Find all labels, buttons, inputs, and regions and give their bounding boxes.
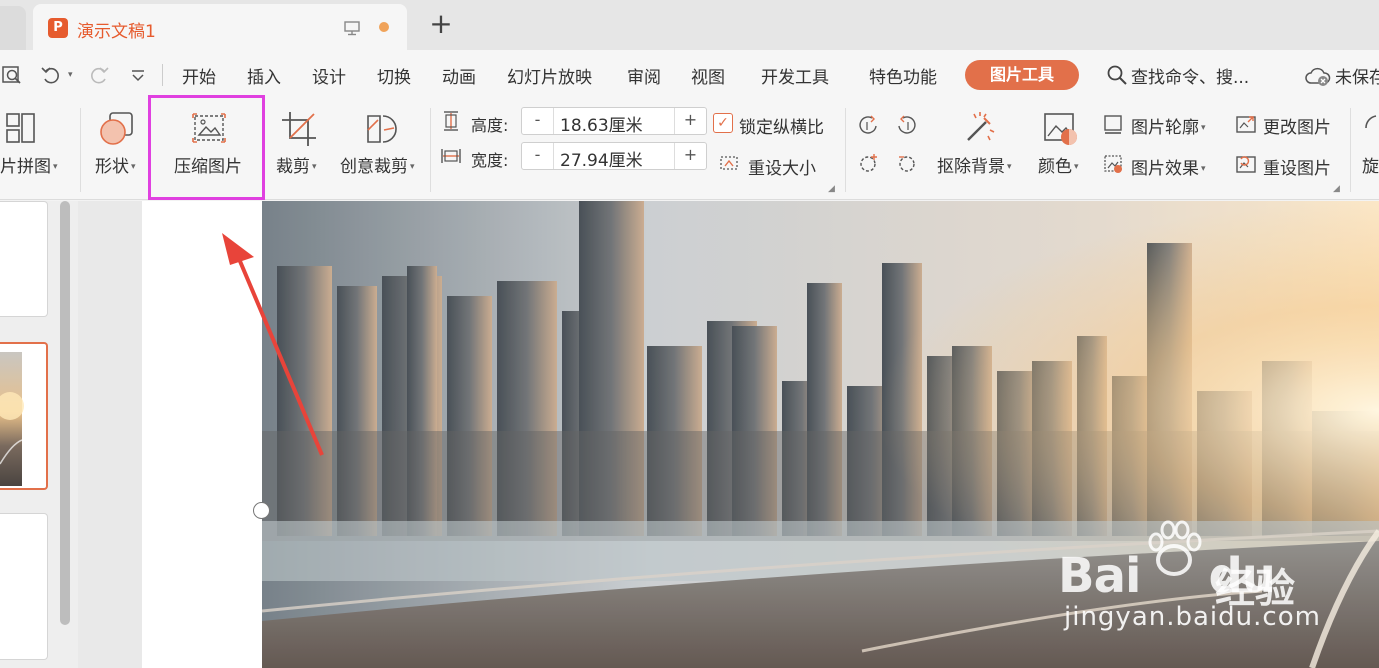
reset-picture-button[interactable]: 重设图片 [1263, 154, 1331, 179]
unsaved-dot-icon [379, 22, 389, 32]
flip-horizontal-icon[interactable] [895, 152, 917, 174]
app-window: P 演示文稿1 + ▾ 开始 插入 设计 切换 动画 幻灯片放映 审阅 视图 开… [0, 0, 1379, 668]
color-label: 颜色 [1038, 157, 1072, 177]
command-search[interactable]: 查找命令、搜... [1131, 63, 1249, 88]
menu-picture-tools[interactable]: 图片工具 [965, 60, 1079, 90]
picture-outline-button[interactable]: 图片轮廓 ▾ [1131, 113, 1206, 138]
rotate-button[interactable]: 旋 [1362, 152, 1379, 177]
picture-outline-icon[interactable] [1102, 113, 1124, 135]
menu-design[interactable]: 设计 [312, 63, 346, 88]
ribbon-divider [845, 108, 846, 192]
ribbon-divider [80, 108, 81, 192]
shape-button[interactable]: 形状 ▾ [95, 152, 136, 177]
menu-insert[interactable]: 插入 [247, 63, 281, 88]
watermark-url: jingyan.baidu.com [1064, 602, 1321, 632]
width-increase-button[interactable]: + [674, 143, 706, 169]
crop-button[interactable]: 裁剪 ▾ [276, 152, 317, 177]
new-tab-button[interactable]: + [428, 10, 454, 40]
width-decrease-button[interactable]: - [522, 143, 554, 169]
document-tab[interactable]: P 演示文稿1 [33, 4, 407, 50]
reset-picture-icon[interactable] [1235, 153, 1257, 175]
presentation-logo-icon: P [48, 18, 68, 38]
width-stepper[interactable]: - 27.94厘米 + [521, 142, 707, 171]
search-icon[interactable] [1106, 64, 1128, 86]
print-preview-icon[interactable] [2, 65, 24, 85]
menu-home[interactable]: 开始 [182, 63, 216, 88]
monitor-icon[interactable] [343, 19, 361, 37]
width-icon [441, 149, 461, 163]
crop-icon[interactable] [280, 110, 318, 148]
picture-puzzle-icon[interactable] [2, 110, 38, 148]
shape-label: 形状 [95, 157, 129, 177]
change-picture-button[interactable]: 更改图片 [1263, 113, 1331, 138]
picture-effects-button[interactable]: 图片效果 ▾ [1131, 154, 1206, 179]
width-label: 宽度: [471, 151, 509, 170]
creative-crop-button[interactable]: 创意裁剪 ▾ [340, 152, 415, 177]
menu-transition[interactable]: 切换 [377, 63, 411, 88]
height-increase-button[interactable]: + [674, 108, 706, 134]
compress-picture-highlight [148, 95, 265, 200]
color-icon[interactable] [1042, 110, 1080, 148]
picture-dialog-launcher-icon[interactable]: ◢ [1333, 184, 1340, 194]
watermark-brand-left: Bai [1058, 548, 1141, 604]
previous-tab[interactable] [0, 6, 26, 50]
picture-puzzle-label: 片拼图 [0, 157, 51, 177]
picture-outline-label: 图片轮廓 [1131, 118, 1199, 138]
annotation-arrow [222, 233, 324, 456]
slide-thumbnail-selected[interactable] [0, 342, 48, 490]
remove-background-icon[interactable] [960, 110, 998, 148]
width-value[interactable]: 27.94厘米 [560, 146, 643, 171]
picture-effects-icon[interactable] [1102, 153, 1124, 175]
lock-ratio-label[interactable]: 锁定纵横比 [739, 113, 824, 138]
save-status[interactable]: 未保存 [1335, 63, 1379, 88]
picture-effects-label: 图片效果 [1131, 159, 1199, 179]
title-bar: P 演示文稿1 + [0, 0, 1379, 50]
lock-ratio-checkbox[interactable]: ✓ [713, 113, 733, 133]
menu-animation[interactable]: 动画 [442, 63, 476, 88]
menu-divider [162, 64, 163, 86]
menu-developer[interactable]: 开发工具 [761, 63, 829, 88]
rotate-icon[interactable] [1362, 110, 1379, 148]
rotate-right-icon[interactable] [895, 114, 917, 136]
reset-size-button[interactable]: 重设大小 [748, 154, 816, 179]
reset-size-icon[interactable] [718, 152, 740, 174]
document-title: 演示文稿1 [77, 22, 156, 42]
ribbon-divider [1350, 108, 1351, 192]
undo-dropdown-icon[interactable]: ▾ [68, 70, 90, 90]
slide-thumbnail[interactable] [0, 201, 48, 317]
thumbnail-scrollbar[interactable] [60, 201, 70, 625]
remove-background-label: 抠除背景 [937, 157, 1005, 177]
picture-puzzle-button[interactable]: 片拼图 ▾ [0, 152, 58, 177]
menu-slideshow[interactable]: 幻灯片放映 [507, 63, 592, 88]
undo-icon[interactable] [40, 65, 62, 85]
ribbon-divider [430, 108, 431, 192]
menu-review[interactable]: 审阅 [627, 63, 661, 88]
slide-thumbnail-image [0, 352, 24, 486]
creative-crop-label: 创意裁剪 [340, 157, 408, 177]
creative-crop-icon[interactable] [362, 110, 400, 148]
resize-handle[interactable] [253, 502, 270, 519]
menu-special-features[interactable]: 特色功能 [869, 63, 937, 88]
change-picture-icon[interactable] [1235, 113, 1257, 135]
cloud-unsaved-icon[interactable] [1305, 65, 1331, 87]
slide-thumbnail[interactable] [0, 513, 48, 660]
rotate-left-icon[interactable] [858, 114, 880, 136]
height-decrease-button[interactable]: - [522, 108, 554, 134]
color-button[interactable]: 颜色 ▾ [1038, 152, 1079, 177]
redo-icon[interactable] [88, 65, 110, 85]
height-icon [444, 111, 458, 131]
height-label: 高度: [471, 116, 509, 135]
remove-background-button[interactable]: 抠除背景 ▾ [937, 152, 1012, 177]
flip-vertical-icon[interactable] [858, 152, 880, 174]
height-value[interactable]: 18.63厘米 [560, 111, 643, 136]
height-stepper[interactable]: - 18.63厘米 + [521, 107, 707, 136]
menu-view[interactable]: 视图 [691, 63, 725, 88]
crop-label: 裁剪 [276, 157, 310, 177]
shape-icon[interactable] [98, 110, 136, 148]
customize-toolbar-icon[interactable] [128, 65, 150, 85]
size-dialog-launcher-icon[interactable]: ◢ [828, 184, 835, 194]
menu-bar: ▾ 开始 插入 设计 切换 动画 幻灯片放映 审阅 视图 开发工具 特色功能 图… [0, 50, 1379, 100]
